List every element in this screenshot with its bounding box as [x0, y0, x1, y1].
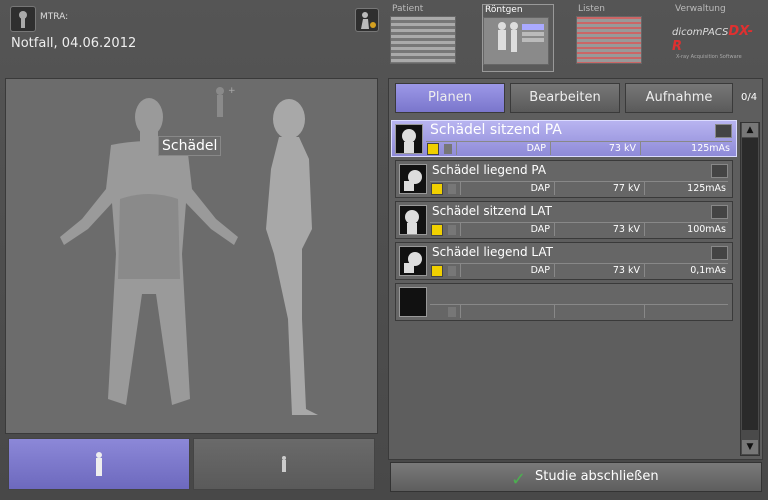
tab-patient-label: Patient: [392, 4, 424, 14]
finish-study-label: Studie abschließen: [535, 469, 659, 484]
tube-icon: [448, 307, 456, 317]
case-info: Notfall, 04.06.2012: [11, 36, 137, 51]
tab-listen-preview: [576, 16, 642, 64]
tube-icon: [448, 225, 456, 235]
view-child-button[interactable]: [193, 438, 375, 490]
checkmark-icon: ✓: [511, 469, 527, 490]
radiation-icon: [431, 183, 443, 195]
dap-value: DAP: [530, 183, 550, 194]
exposure-thumbnail: [399, 205, 427, 235]
finish-study-button[interactable]: ✓ Studie abschließen: [390, 462, 762, 492]
adult-figure-icon: [96, 452, 102, 476]
child-figure-icon: [282, 456, 286, 472]
exposure-row[interactable]: Schädel liegend LAT DAP 73 kV 0,1mAs: [395, 242, 733, 280]
empty-exposure-row[interactable]: [395, 283, 733, 321]
selected-region-label: Schädel: [158, 136, 222, 156]
mtra-label: MTRA:: [40, 12, 69, 22]
tab-roentgen-label: Röntgen: [485, 5, 523, 15]
tab-patient-preview: [390, 16, 456, 64]
brand-subtitle: X-ray Acquisition Software: [676, 54, 742, 60]
body-side-figure[interactable]: [266, 99, 318, 415]
kv-value: 73 kV: [612, 224, 640, 235]
exposure-parameters: DAP 73 kV 0,1mAs: [430, 263, 728, 277]
scroll-down-icon[interactable]: ▼: [742, 440, 758, 454]
scroll-thumb[interactable]: [742, 138, 758, 430]
aufnahme-button[interactable]: Aufnahme: [625, 83, 733, 113]
kv-value: 73 kV: [608, 143, 636, 154]
radiation-icon: [427, 143, 439, 155]
mas-value: 0,1mAs: [690, 265, 726, 276]
mas-value: 125mAs: [687, 183, 726, 194]
exposure-thumbnail: [399, 164, 427, 194]
exposure-row[interactable]: Schädel sitzend LAT DAP 73 kV 100mAs: [395, 201, 733, 239]
exposure-thumbnail: [395, 124, 423, 154]
exposure-thumbnail: [399, 246, 427, 276]
exposure-name: Schädel sitzend PA: [430, 122, 562, 138]
exposure-parameters: DAP 77 kV 125mAs: [430, 181, 728, 195]
exposure-parameters: DAP 73 kV 100mAs: [430, 222, 728, 236]
body-region-selector[interactable]: +: [5, 78, 378, 434]
patient-icon[interactable]: [355, 8, 379, 32]
edit-icon[interactable]: [715, 124, 732, 138]
edit-icon[interactable]: [711, 246, 728, 260]
tab-roentgen[interactable]: Röntgen: [482, 4, 554, 72]
empty-thumbnail: [399, 287, 427, 317]
tab-listen[interactable]: Listen: [576, 4, 648, 72]
tube-icon: [444, 144, 452, 154]
exposure-counter: 0/4: [741, 92, 758, 103]
edit-icon[interactable]: [711, 205, 728, 219]
exposure-row[interactable]: Schädel liegend PA DAP 77 kV 125mAs: [395, 160, 733, 198]
empty-parameters: [430, 304, 728, 318]
tab-listen-label: Listen: [578, 4, 605, 14]
scroll-up-icon[interactable]: ▲: [742, 123, 758, 137]
mas-value: 125mAs: [691, 143, 730, 154]
mas-value: 100mAs: [687, 224, 726, 235]
kv-value: 73 kV: [612, 265, 640, 276]
planen-button[interactable]: Planen: [395, 83, 505, 113]
add-person-icon[interactable]: +: [216, 86, 236, 117]
radiation-icon: [431, 265, 443, 277]
bearbeiten-button[interactable]: Bearbeiten: [510, 83, 620, 113]
radiation-icon: [431, 224, 443, 236]
exposure-name: Schädel sitzend LAT: [432, 204, 552, 218]
exposure-row[interactable]: Schädel sitzend PA DAP 73 kV 125mAs: [391, 120, 737, 157]
brand-logo: dicomPACSDX-R: [672, 24, 754, 54]
user-key-icon[interactable]: [10, 6, 36, 32]
dap-value: DAP: [530, 265, 550, 276]
tab-verwaltung[interactable]: Verwaltung dicomPACSDX-R X-ray Acquisiti…: [672, 4, 762, 64]
exposure-name: Schädel liegend LAT: [432, 245, 553, 259]
app-window: MTRA: Notfall, 04.06.2012 Patient Röntge…: [0, 0, 768, 500]
tab-patient[interactable]: Patient: [390, 4, 462, 72]
tab-roentgen-preview: [483, 17, 549, 65]
tube-icon: [448, 266, 456, 276]
dap-value: DAP: [526, 143, 546, 154]
kv-value: 77 kV: [612, 183, 640, 194]
edit-icon[interactable]: [711, 164, 728, 178]
svg-text:+: +: [228, 86, 236, 96]
tube-icon: [448, 184, 456, 194]
exposure-parameters: DAP 73 kV 125mAs: [426, 141, 732, 155]
exposure-name: Schädel liegend PA: [432, 163, 547, 177]
view-adult-button[interactable]: [8, 438, 190, 490]
tab-verwaltung-label: Verwaltung: [675, 4, 726, 14]
dap-value: DAP: [530, 224, 550, 235]
